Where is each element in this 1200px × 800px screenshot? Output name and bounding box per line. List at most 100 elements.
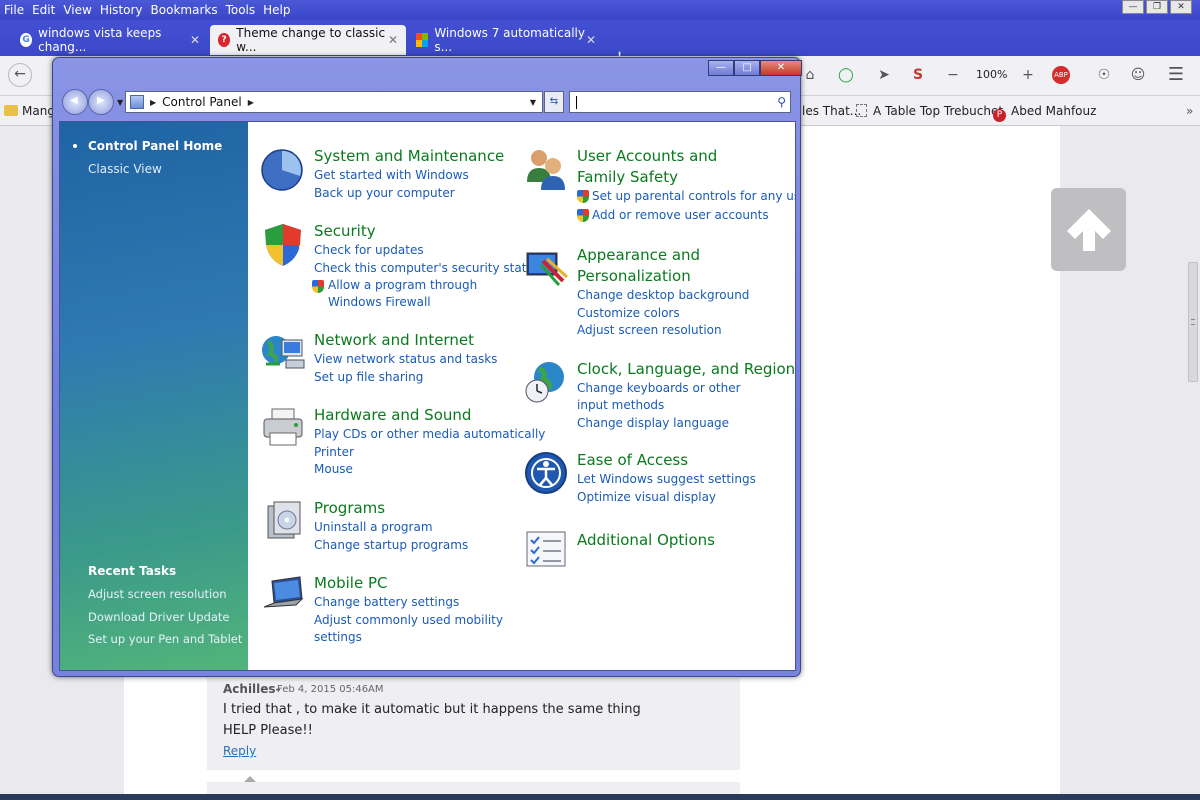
task-link[interactable]: Adjust commonly used mobility settings bbox=[314, 612, 504, 646]
forward-button[interactable] bbox=[88, 89, 114, 115]
scroll-to-top-button[interactable] bbox=[1051, 188, 1126, 271]
minimize-icon[interactable]: — bbox=[1122, 0, 1144, 14]
task-link[interactable]: Play CDs or other media automatically bbox=[314, 426, 545, 443]
breadcrumb-arrow-icon[interactable]: ▶ bbox=[248, 98, 254, 107]
bookmark-label: Abed Mahfouz bbox=[1011, 104, 1097, 118]
tab-theme-change[interactable]: ? Theme change to classic w... ✕ bbox=[210, 25, 406, 55]
bookmarks-overflow-icon[interactable]: » bbox=[1186, 104, 1193, 118]
menu-history[interactable]: History bbox=[100, 3, 143, 17]
category-title[interactable]: Additional Options bbox=[577, 530, 715, 551]
bookmark-folder[interactable]: Mang bbox=[4, 104, 55, 118]
category-title[interactable]: Security bbox=[314, 221, 376, 242]
category-title[interactable]: Network and Internet bbox=[314, 330, 474, 351]
menu-edit[interactable]: Edit bbox=[32, 3, 55, 17]
reply-link[interactable]: Reply bbox=[223, 744, 256, 758]
hamburger-menu-icon[interactable]: ☰ bbox=[1166, 65, 1186, 85]
address-bar[interactable]: ▶ Control Panel ▶ ▼ bbox=[125, 91, 543, 113]
category-title[interactable]: Mobile PC bbox=[314, 573, 388, 594]
taskbar bbox=[0, 794, 1200, 800]
tab-windows7[interactable]: Windows 7 automatically s... ✕ bbox=[408, 25, 604, 55]
task-link[interactable]: Get started with Windows bbox=[314, 167, 469, 184]
task-link[interactable]: Printer bbox=[314, 444, 354, 461]
task-link[interactable]: Optimize visual display bbox=[577, 489, 716, 506]
breadcrumb-arrow-icon[interactable]: ▶ bbox=[150, 98, 156, 107]
comment-date: Feb 4, 2015 05:46AM bbox=[277, 684, 384, 695]
sidebar-item-classic-view[interactable]: Classic View bbox=[88, 162, 162, 176]
sidebar-item-control-panel-home[interactable]: Control Panel Home bbox=[88, 139, 222, 153]
zoom-out-icon[interactable]: − bbox=[943, 65, 963, 85]
task-link[interactable]: Change startup programs bbox=[314, 537, 468, 554]
category-title[interactable]: User Accounts and Family Safety bbox=[577, 146, 767, 188]
maximize-icon[interactable]: □ bbox=[734, 60, 760, 76]
grammarly-icon[interactable]: ◯ bbox=[836, 65, 856, 85]
task-link[interactable]: Change desktop background bbox=[577, 287, 749, 304]
home-icon[interactable]: ⌂ bbox=[800, 65, 820, 85]
category-title[interactable]: Clock, Language, and Region bbox=[577, 359, 795, 380]
comment-author[interactable]: Achilles- bbox=[223, 682, 281, 696]
zoom-in-icon[interactable]: + bbox=[1018, 65, 1038, 85]
task-link-with-shield[interactable]: Add or remove user accounts bbox=[577, 207, 769, 224]
comment-card: Achilles- Feb 4, 2015 05:46AM I tried th… bbox=[207, 678, 740, 770]
search-input[interactable]: ⚲ bbox=[569, 91, 791, 113]
task-link[interactable]: Mouse bbox=[314, 461, 353, 478]
sync-icon[interactable]: ☉ bbox=[1094, 65, 1114, 85]
help-site-icon: ? bbox=[218, 33, 231, 47]
task-link[interactable]: Change keyboards or other input methods bbox=[577, 380, 757, 414]
extension-s-icon[interactable]: S bbox=[908, 65, 928, 85]
tab-google-search[interactable]: G windows vista keeps chang... ✕ bbox=[12, 25, 208, 55]
back-button[interactable] bbox=[62, 89, 88, 115]
bookmark-item[interactable]: P Abed Mahfouz bbox=[993, 104, 1096, 122]
category-title[interactable]: Programs bbox=[314, 498, 385, 519]
close-tab-icon[interactable]: ✕ bbox=[190, 33, 200, 47]
chat-icon[interactable]: ☺ bbox=[1128, 65, 1148, 85]
task-link[interactable]: Change display language bbox=[577, 415, 729, 432]
back-arrow-icon[interactable]: ← bbox=[8, 63, 32, 87]
menu-help[interactable]: Help bbox=[263, 3, 290, 17]
bookmark-item[interactable]: A Table Top Trebuchet bbox=[856, 104, 1003, 118]
task-link[interactable]: Check this computer's security status bbox=[314, 260, 540, 277]
close-icon[interactable]: ✕ bbox=[760, 60, 802, 76]
close-tab-icon[interactable]: ✕ bbox=[388, 33, 398, 47]
recent-task-link[interactable]: Download Driver Update bbox=[88, 610, 230, 624]
close-icon[interactable]: ✕ bbox=[1170, 0, 1192, 14]
bookmark-label: A Table Top Trebuchet bbox=[873, 104, 1004, 118]
scrollbar-grip bbox=[1191, 319, 1195, 325]
category-title[interactable]: Hardware and Sound bbox=[314, 405, 471, 426]
comment-card bbox=[207, 782, 740, 794]
menu-file[interactable]: File bbox=[4, 3, 24, 17]
task-link[interactable]: Uninstall a program bbox=[314, 519, 433, 536]
category-title[interactable]: Appearance and Personalization bbox=[577, 245, 767, 287]
menu-view[interactable]: View bbox=[63, 3, 91, 17]
category-title[interactable]: System and Maintenance bbox=[314, 146, 504, 167]
restore-icon[interactable]: ❐ bbox=[1146, 0, 1168, 14]
minimize-icon[interactable]: — bbox=[708, 60, 734, 76]
task-link[interactable]: Let Windows suggest settings bbox=[577, 471, 756, 488]
adblock-icon[interactable]: ABP bbox=[1052, 66, 1070, 84]
recent-pages-dropdown-icon[interactable]: ▼ bbox=[117, 98, 123, 107]
task-link-with-shield[interactable]: Set up parental controls for any user bbox=[577, 188, 795, 205]
send-icon[interactable]: ➤ bbox=[874, 65, 894, 85]
search-icon[interactable]: ⚲ bbox=[777, 95, 786, 109]
task-link[interactable]: Check for updates bbox=[314, 242, 424, 259]
task-link-label: Allow a program through Windows Firewall bbox=[328, 278, 478, 309]
task-link[interactable]: Change battery settings bbox=[314, 594, 459, 611]
menu-bookmarks[interactable]: Bookmarks bbox=[151, 3, 218, 17]
task-link[interactable]: Set up file sharing bbox=[314, 369, 423, 386]
zoom-level[interactable]: 100% bbox=[976, 68, 1007, 81]
page-scrollbar[interactable] bbox=[1188, 262, 1198, 382]
address-dropdown-icon[interactable]: ▼ bbox=[530, 98, 536, 107]
close-tab-icon[interactable]: ✕ bbox=[586, 33, 596, 47]
task-link[interactable]: Customize colors bbox=[577, 305, 680, 322]
recent-task-link[interactable]: Set up your Pen and Tablet bbox=[88, 632, 242, 646]
task-link[interactable]: Adjust screen resolution bbox=[577, 322, 722, 339]
breadcrumb[interactable]: Control Panel bbox=[162, 95, 242, 109]
task-link[interactable]: Back up your computer bbox=[314, 185, 455, 202]
bookmark-item[interactable]: les That... bbox=[802, 104, 861, 118]
category-title[interactable]: Ease of Access bbox=[577, 450, 688, 471]
menu-tools[interactable]: Tools bbox=[226, 3, 256, 17]
task-link[interactable]: View network status and tasks bbox=[314, 351, 497, 368]
recent-task-link[interactable]: Adjust screen resolution bbox=[88, 587, 227, 601]
comment-text: HELP Please!! bbox=[223, 723, 313, 738]
refresh-button[interactable]: ⇆ bbox=[544, 91, 564, 113]
task-link-with-shield[interactable]: Allow a program through Windows Firewall bbox=[312, 277, 508, 311]
